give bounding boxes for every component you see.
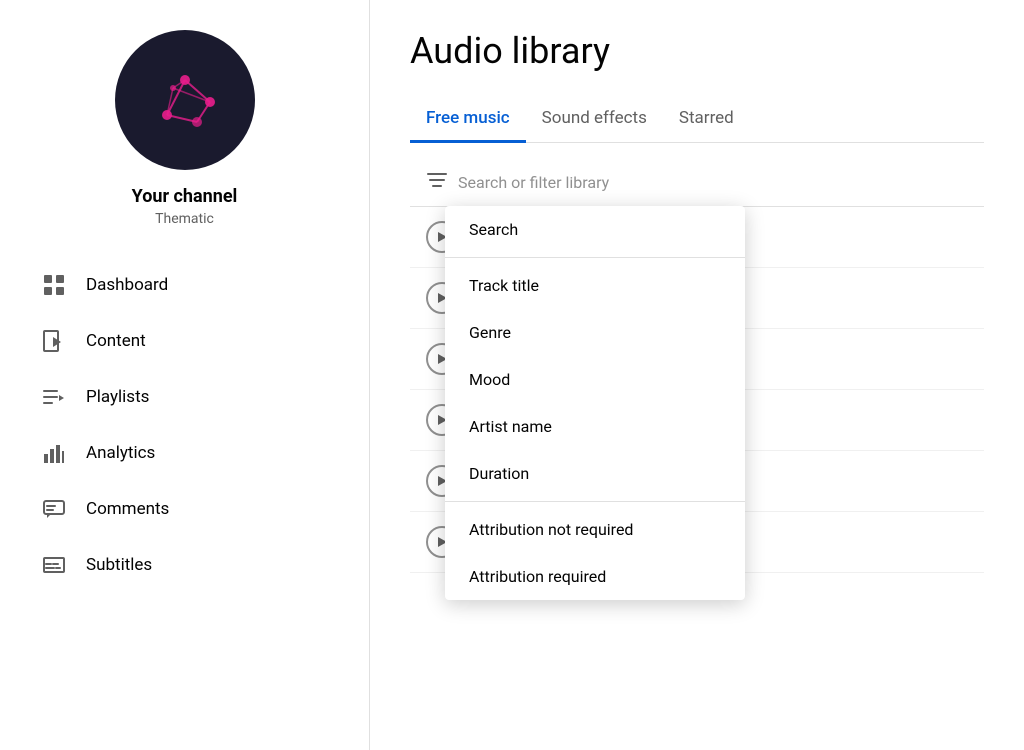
sidebar-item-analytics[interactable]: Analytics xyxy=(20,425,349,481)
filter-icon xyxy=(426,169,448,196)
channel-logo-icon xyxy=(145,60,225,140)
subtitles-label: Subtitles xyxy=(86,555,152,575)
search-bar[interactable]: Search or filter library xyxy=(410,159,984,207)
channel-avatar xyxy=(115,30,255,170)
dropdown-divider xyxy=(445,257,745,258)
dropdown-item-mood[interactable]: Mood xyxy=(445,356,745,403)
content-icon xyxy=(40,327,68,355)
dropdown-item-attribution-not-required[interactable]: Attribution not required xyxy=(445,506,745,553)
dropdown-item-search[interactable]: Search xyxy=(445,206,745,253)
channel-name: Your channel xyxy=(132,186,238,207)
playlists-label: Playlists xyxy=(86,387,149,407)
tab-free-music[interactable]: Free music xyxy=(410,96,526,143)
filter-dropdown: Search Track title Genre Mood Artist nam… xyxy=(445,206,745,600)
sidebar-item-comments[interactable]: Comments xyxy=(20,481,349,537)
analytics-label: Analytics xyxy=(86,443,155,463)
subtitles-icon xyxy=(40,551,68,579)
dropdown-item-artist-name[interactable]: Artist name xyxy=(445,403,745,450)
dropdown-item-track-title[interactable]: Track title xyxy=(445,262,745,309)
sidebar: Your channel Thematic Dashboard Con xyxy=(0,0,370,750)
playlists-icon xyxy=(40,383,68,411)
channel-subtitle: Thematic xyxy=(155,211,214,227)
dropdown-item-genre[interactable]: Genre xyxy=(445,309,745,356)
dropdown-item-attribution-required[interactable]: Attribution required xyxy=(445,553,745,600)
dropdown-divider xyxy=(445,501,745,502)
sidebar-item-playlists[interactable]: Playlists xyxy=(20,369,349,425)
comments-label: Comments xyxy=(86,499,169,519)
sidebar-item-content[interactable]: Content xyxy=(20,313,349,369)
comments-icon xyxy=(40,495,68,523)
search-input-placeholder: Search or filter library xyxy=(458,173,609,192)
sidebar-item-subtitles[interactable]: Subtitles xyxy=(20,537,349,593)
dashboard-label: Dashboard xyxy=(86,275,168,295)
dashboard-icon xyxy=(40,271,68,299)
main-content: Audio library Free music Sound effects S… xyxy=(370,0,1024,750)
analytics-icon xyxy=(40,439,68,467)
content-label: Content xyxy=(86,331,146,351)
tab-sound-effects[interactable]: Sound effects xyxy=(526,96,663,143)
tabs: Free music Sound effects Starred xyxy=(410,96,984,143)
page-title: Audio library xyxy=(410,30,984,72)
sidebar-item-dashboard[interactable]: Dashboard xyxy=(20,257,349,313)
tab-starred[interactable]: Starred xyxy=(663,96,750,143)
dropdown-item-duration[interactable]: Duration xyxy=(445,450,745,497)
nav-items: Dashboard Content Playlists xyxy=(0,257,369,593)
